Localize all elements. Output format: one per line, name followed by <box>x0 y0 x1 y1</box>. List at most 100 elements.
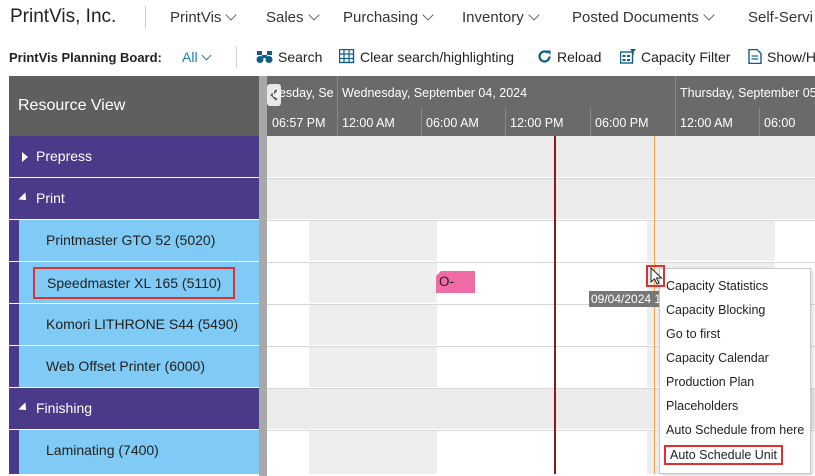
non-working-shade <box>309 430 437 474</box>
chevron-down-icon <box>703 9 715 21</box>
company-name[interactable]: PrintVis, Inc. <box>10 6 116 28</box>
filter-dropdown[interactable]: All <box>182 49 212 65</box>
nav-purchasing-label: Purchasing <box>343 9 419 26</box>
hour-divider <box>421 108 422 136</box>
group-indent <box>9 262 19 303</box>
timeline-header: uesday, Se Wednesday, September 04, 2024… <box>267 76 815 136</box>
non-working-shade <box>309 220 437 261</box>
group-row-print[interactable]: Print <box>9 178 259 219</box>
group-indent <box>9 430 19 474</box>
group-row-prepress[interactable]: Prepress <box>9 136 259 177</box>
menu-item-go-to-first[interactable]: Go to first <box>660 322 810 346</box>
nav-printvis[interactable]: PrintVis <box>170 9 238 26</box>
reload-icon <box>538 50 551 63</box>
reload-button[interactable]: Reload <box>537 49 601 65</box>
show-hide-button[interactable]: Show/H <box>748 48 815 65</box>
time-tooltip: 09/04/2024 1 <box>589 291 665 307</box>
nav-sales-label: Sales <box>266 9 304 26</box>
chevron-down-icon <box>225 9 238 21</box>
search-button-label: Search <box>278 49 323 65</box>
group-indent <box>9 220 19 261</box>
gantt-lane[interactable] <box>267 136 815 177</box>
day-label: Thursday, September 05 <box>680 86 815 100</box>
hour-divider <box>505 108 506 136</box>
group-label: Finishing <box>36 400 93 416</box>
menu-item-label: Placeholders <box>666 399 739 413</box>
non-working-shade <box>309 346 437 387</box>
caret-down-icon[interactable] <box>18 402 30 414</box>
search-button[interactable]: Search <box>256 49 322 65</box>
resource-row-speedmaster[interactable]: Speedmaster XL 165 (5110) <box>9 262 259 303</box>
menu-item-placeholders[interactable]: Placeholders <box>660 394 810 418</box>
vertical-splitter[interactable] <box>259 76 267 476</box>
nav-inventory-label: Inventory <box>462 9 524 26</box>
menu-item-label: Auto Schedule Unit <box>664 445 784 465</box>
capacity-filter-button[interactable]: Capacity Filter <box>619 49 731 65</box>
nav-divider <box>145 6 146 28</box>
lane-divider <box>267 220 815 221</box>
hour-label: 06:00 AM <box>426 116 479 130</box>
mouse-pointer-icon <box>650 267 663 285</box>
chevron-down-icon <box>307 9 320 21</box>
day-divider <box>675 76 676 136</box>
menu-item-label: Capacity Blocking <box>666 303 766 317</box>
menu-item-label: Production Plan <box>666 375 755 389</box>
planning-toolbar: PrintVis Planning Board: All Search Clea… <box>0 40 815 74</box>
gantt-lane[interactable] <box>267 220 815 261</box>
group-indent <box>9 346 19 387</box>
context-menu: Capacity Statistics Capacity Blocking Go… <box>659 268 811 474</box>
resource-label: Komori LITHRONE S44 (5490) <box>46 316 239 332</box>
hour-label: 06:00 PM <box>595 116 649 130</box>
menu-item-label: Capacity Statistics <box>666 279 769 293</box>
nav-self-service[interactable]: Self-Servi <box>748 9 813 26</box>
resource-label: Printmaster GTO 52 (5020) <box>46 232 216 248</box>
clear-search-button[interactable]: Clear search/highlighting <box>338 48 515 65</box>
nav-printvis-label: PrintVis <box>170 9 222 26</box>
menu-item-capacity-calendar[interactable]: Capacity Calendar <box>660 346 810 370</box>
resource-row[interactable]: Web Offset Printer (6000) <box>9 346 259 387</box>
menu-item-label: Auto Schedule from here <box>666 423 805 437</box>
grid-clear-icon <box>338 48 355 64</box>
capacity-filter-button-label: Capacity Filter <box>641 49 731 65</box>
nav-posted-documents[interactable]: Posted Documents <box>572 9 715 26</box>
resource-row[interactable]: Laminating (7400) <box>9 430 259 474</box>
menu-item-production-plan[interactable]: Production Plan <box>660 370 810 394</box>
resource-label: Laminating (7400) <box>46 442 159 458</box>
menu-item-auto-schedule-from-here[interactable]: Auto Schedule from here <box>660 418 810 442</box>
planning-board-title: PrintVis Planning Board: <box>9 50 162 65</box>
group-label: Print <box>36 190 65 206</box>
nav-sales[interactable]: Sales <box>266 9 320 26</box>
chevron-down-icon <box>422 9 434 21</box>
gantt-lane[interactable] <box>267 178 815 219</box>
resource-view-header: Resource View <box>9 76 259 136</box>
caret-down-icon[interactable] <box>18 192 30 204</box>
menu-item-auto-schedule-unit[interactable]: Auto Schedule Unit <box>660 442 810 466</box>
hour-label: 06:00 <box>764 116 796 130</box>
menu-item-label: Go to first <box>666 327 721 341</box>
menu-item-label: Capacity Calendar <box>666 351 769 365</box>
menu-item-capacity-statistics[interactable]: Capacity Statistics <box>660 274 810 298</box>
resource-row[interactable]: Printmaster GTO 52 (5020) <box>9 220 259 261</box>
group-row-finishing[interactable]: Finishing <box>9 388 259 429</box>
resource-view-title: Resource View <box>18 97 126 114</box>
non-working-shade <box>647 220 775 261</box>
caret-right-icon[interactable] <box>22 152 28 162</box>
show-hide-button-label: Show/H <box>767 49 815 65</box>
hour-divider <box>590 108 591 136</box>
group-label: Prepress <box>36 148 93 164</box>
binoculars-icon <box>256 51 273 63</box>
nav-purchasing[interactable]: Purchasing <box>343 9 434 26</box>
document-icon <box>748 48 762 65</box>
nav-inventory[interactable]: Inventory <box>462 9 540 26</box>
capacity-filter-icon <box>619 49 636 64</box>
current-time-line <box>554 136 556 474</box>
nav-posted-documents-label: Posted Documents <box>572 9 699 26</box>
job-bar[interactable]: O-000 <box>436 271 475 293</box>
resource-row[interactable]: Komori LITHRONE S44 (5490) <box>9 304 259 345</box>
nav-self-service-label: Self-Servi <box>748 9 814 26</box>
cursor-highlight <box>646 265 665 287</box>
top-navigation: PrintVis, Inc. PrintVis Sales Purchasing… <box>0 0 815 36</box>
menu-item-capacity-blocking[interactable]: Capacity Blocking <box>660 298 810 322</box>
clear-search-button-label: Clear search/highlighting <box>360 49 515 65</box>
day-label: Wednesday, September 04, 2024 <box>342 86 528 100</box>
